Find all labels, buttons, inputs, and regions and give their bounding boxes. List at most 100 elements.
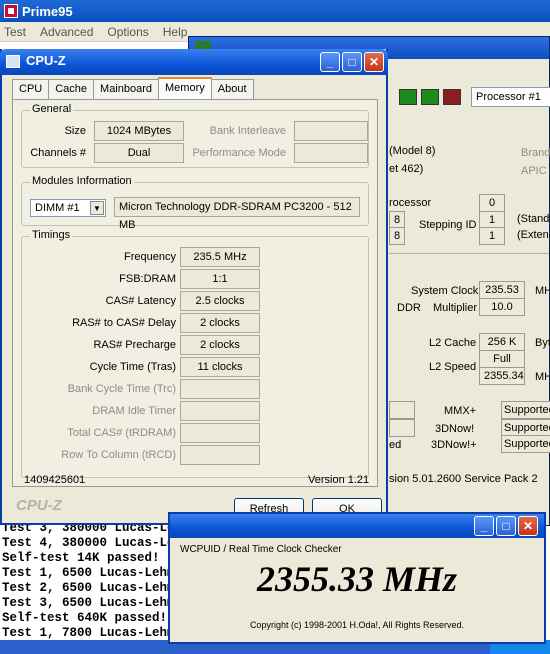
l2-cache-unit: Byt	[535, 337, 550, 349]
mmx-label: MMX+	[444, 405, 477, 417]
memory-panel: General Size 1024 MBytes Channels # Dual…	[12, 99, 378, 487]
close-button[interactable]: ✕	[364, 52, 384, 72]
fsb-dram-label: FSB:DRAM	[119, 273, 176, 285]
dram-idle-value	[180, 401, 260, 421]
bank-interleave-value	[294, 121, 368, 141]
l2-speed-value: 2355.34	[479, 367, 525, 385]
model-text: (Model 8)	[389, 145, 436, 157]
bank-cycle-label: Bank Cycle Time (Trc)	[67, 383, 176, 395]
performance-mode-label: Performance Mode	[192, 147, 286, 159]
blank-field	[389, 419, 415, 437]
chip-icon[interactable]	[443, 89, 461, 105]
timings-group: Timings Frequency 235.5 MHz FSB:DRAM 1:1…	[21, 229, 369, 478]
cycle-time-value: 11 clocks	[180, 357, 260, 377]
multiplier-label: Multiplier	[433, 302, 478, 314]
ed-text: ed	[389, 439, 402, 451]
menu-advanced[interactable]: Advanced	[40, 25, 93, 39]
general-label: General	[30, 103, 74, 115]
bank-cycle-value	[180, 379, 260, 399]
prime95-titlebar: Prime95	[0, 0, 550, 22]
fsb-dram-value: 1:1	[180, 269, 260, 289]
row-to-column-value	[180, 445, 260, 465]
l2-cache-label: L2 Cache	[429, 337, 477, 349]
chip-icon[interactable]	[421, 89, 439, 105]
serial-id: 1409425601	[24, 474, 86, 486]
tab-cache[interactable]: Cache	[48, 79, 95, 99]
chevron-down-icon[interactable]: ▼	[90, 201, 104, 215]
os-version-text: sion 5.01.2600 Service Pack 2	[389, 473, 538, 485]
cpuz-brand-logo: CPU-Z	[16, 497, 62, 514]
prime95-title: Prime95	[22, 3, 73, 19]
l2-speed-label: L2 Speed	[429, 361, 477, 373]
maximize-button[interactable]: □	[342, 52, 362, 72]
size-label: Size	[64, 125, 86, 137]
system-clock-unit: MH	[535, 285, 550, 297]
wcpuid-window: _ □ ✕ WCPUID / Real Time Clock Checker 2…	[168, 512, 546, 644]
stepping-label: Stepping ID	[419, 219, 477, 231]
module-description: Micron Technology DDR-SDRAM PC3200 - 512…	[114, 197, 360, 231]
channels-value: Dual	[94, 143, 184, 163]
cpuz-title: CPU-Z	[26, 53, 66, 68]
wcpuid-subtitle: WCPUID / Real Time Clock Checker	[180, 544, 342, 555]
minimize-button[interactable]: _	[320, 52, 340, 72]
total-cas-label: Total CAS# (tRDRAM)	[67, 427, 176, 439]
minimize-button[interactable]: _	[474, 516, 494, 536]
l2-cache-value: 256 K	[479, 333, 525, 351]
performance-mode-value	[294, 143, 368, 163]
ext-family-value: 8	[389, 227, 405, 245]
row-to-column-label: Row To Column (tRCD)	[61, 449, 176, 461]
extended-text: (Extend	[517, 229, 550, 241]
tab-mainboard[interactable]: Mainboard	[93, 79, 160, 99]
processor-select[interactable]: Processor #1	[471, 87, 550, 107]
ras-precharge-value: 2 clocks	[180, 335, 260, 355]
3dnowplus-label: 3DNow!+	[431, 439, 477, 451]
multiplier-value: 10.0	[479, 298, 525, 316]
l2-speed-unit: MH	[535, 371, 550, 383]
brand-label: Brand	[521, 147, 550, 159]
tab-about[interactable]: About	[210, 79, 254, 99]
total-cas-value	[180, 423, 260, 443]
dimm-select-value: DIMM #1	[35, 202, 80, 214]
ext-model-value: 1	[479, 227, 505, 245]
tab-cpu[interactable]: CPU	[12, 79, 50, 99]
tab-memory[interactable]: Memory	[158, 77, 212, 99]
system-clock-value: 235.53	[479, 281, 525, 299]
mmx-value: Supported	[501, 401, 550, 419]
divider	[389, 253, 549, 254]
apic-label: APIC	[521, 165, 547, 177]
3dnow-label: 3DNow!	[435, 423, 475, 435]
modules-label: Modules Information	[30, 175, 134, 187]
modules-group: Modules Information DIMM #1 ▼ Micron Tec…	[21, 175, 369, 231]
bank-interleave-label: Bank Interleave	[209, 125, 286, 137]
channels-label: Channels #	[30, 147, 86, 159]
menu-help[interactable]: Help	[163, 25, 188, 39]
system-clock-label: System Clock	[411, 285, 479, 297]
size-value: 1024 MBytes	[94, 121, 184, 141]
copyright-text: Copyright (c) 1998-2001 H.Oda!, All Righ…	[249, 620, 465, 630]
frequency-label: Frequency	[124, 251, 176, 263]
chip-icon[interactable]	[399, 89, 417, 105]
ras-cas-delay-value: 2 clocks	[180, 313, 260, 333]
cas-latency-label: CAS# Latency	[105, 295, 176, 307]
cpuz-app-icon	[6, 55, 20, 68]
version-text: Version 1.21	[308, 474, 370, 486]
close-button[interactable]: ✕	[518, 516, 538, 536]
dram-idle-label: DRAM Idle Timer	[92, 405, 176, 417]
maximize-button[interactable]: □	[496, 516, 516, 536]
prime95-app-icon	[4, 4, 18, 18]
cas-latency-value: 2.5 clocks	[180, 291, 260, 311]
standard-text: (Standa	[517, 213, 550, 225]
3dnowplus-value: Supported	[501, 435, 550, 453]
cpuz-titlebar[interactable]: CPU-Z _ □ ✕	[0, 49, 388, 75]
menu-options[interactable]: Options	[107, 25, 148, 39]
blank-field	[389, 401, 415, 419]
l2-speed-full: Full	[479, 350, 525, 368]
socket-text: et 462)	[389, 163, 424, 175]
general-group: General Size 1024 MBytes Channels # Dual…	[21, 103, 369, 168]
dimm-select[interactable]: DIMM #1 ▼	[30, 199, 106, 217]
ras-precharge-label: RAS# Precharge	[93, 339, 176, 351]
menu-test[interactable]: Test	[4, 25, 26, 39]
frequency-value: 235.5 MHz	[180, 247, 260, 267]
wcpuid-titlebar[interactable]: _ □ ✕	[170, 514, 544, 538]
timings-label: Timings	[30, 229, 73, 241]
